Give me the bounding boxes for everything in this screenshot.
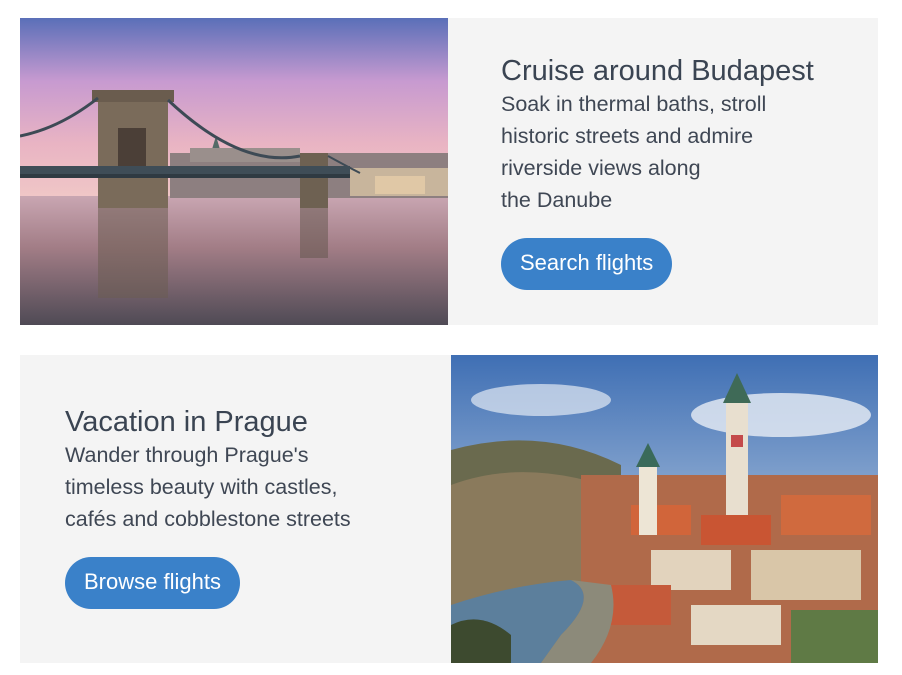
prague-title: Vacation in Prague	[65, 406, 308, 438]
browse-flights-button[interactable]: Browse flights	[65, 557, 240, 609]
budapest-chain-bridge-photo	[20, 18, 448, 325]
prague-description: Wander through Prague's timeless beauty …	[65, 439, 425, 535]
prague-description-line: cafés and cobblestone streets	[65, 507, 351, 531]
prague-description-line: timeless beauty with castles,	[65, 475, 338, 499]
budapest-description-line: the Danube	[501, 188, 613, 212]
prague-text-block: Vacation in Prague Wander through Prague…	[65, 405, 425, 609]
prague-old-town-photo	[451, 355, 878, 663]
budapest-description-line: historic streets and admire	[501, 124, 754, 148]
budapest-promo-card: Cruise around Budapest Soak in thermal b…	[20, 18, 878, 325]
budapest-description: Soak in thermal baths, stroll historic s…	[501, 88, 861, 216]
prague-description-line: Wander through Prague's	[65, 443, 309, 467]
budapest-description-line: Soak in thermal baths, stroll	[501, 92, 767, 116]
search-flights-button[interactable]: Search flights	[501, 238, 673, 290]
prague-promo-card: Vacation in Prague Wander through Prague…	[20, 355, 878, 663]
budapest-title: Cruise around Budapest	[501, 55, 814, 87]
budapest-text-block: Cruise around Budapest Soak in thermal b…	[501, 54, 861, 290]
budapest-description-line: riverside views along	[501, 156, 701, 180]
